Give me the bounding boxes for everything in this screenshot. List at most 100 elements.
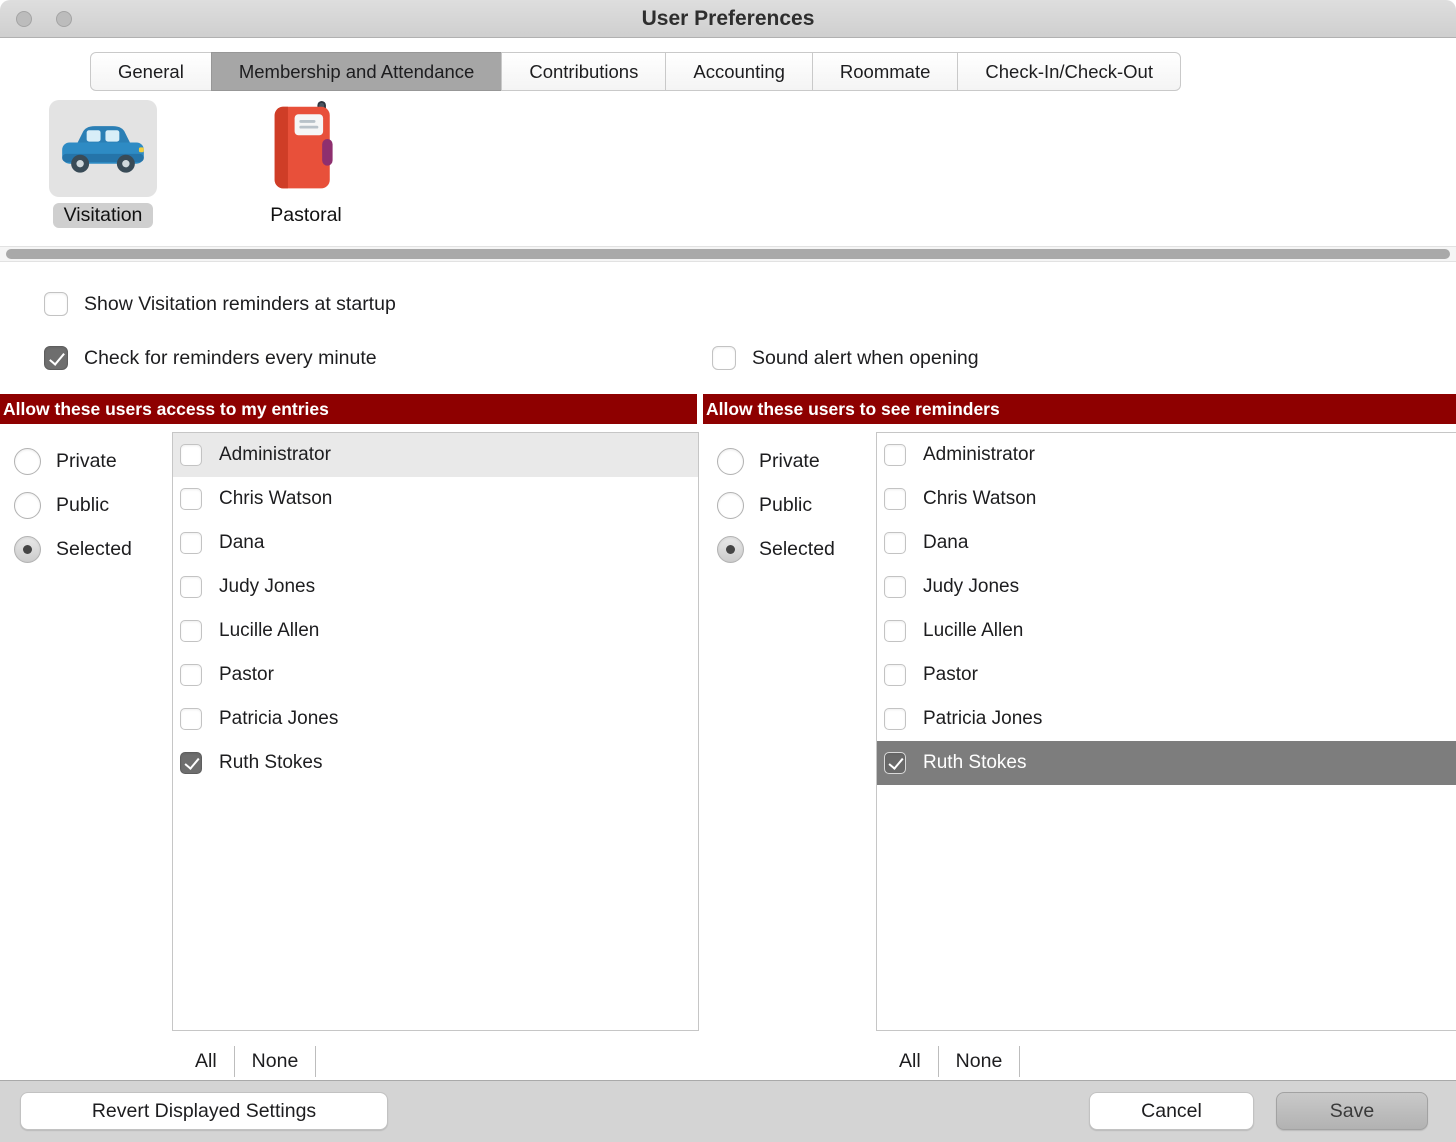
- horizontal-scrollbar[interactable]: [0, 246, 1456, 262]
- radio-label: Private: [56, 450, 117, 473]
- user-checkbox[interactable]: [884, 752, 906, 774]
- radio-label: Public: [759, 494, 812, 517]
- user-checkbox[interactable]: [884, 664, 906, 686]
- user-name: Ruth Stokes: [923, 752, 1027, 774]
- user-checkbox[interactable]: [884, 620, 906, 642]
- user-name: Pastor: [923, 664, 978, 686]
- scrollbar-thumb[interactable]: [6, 249, 1450, 259]
- user-checkbox[interactable]: [180, 576, 202, 598]
- reminders-section-header: Allow these users to see reminders: [703, 394, 1456, 424]
- user-row-lucille-allen[interactable]: Lucille Allen: [877, 609, 1456, 653]
- user-checkbox[interactable]: [180, 708, 202, 730]
- user-row-administrator[interactable]: Administrator: [877, 433, 1456, 477]
- access-radio-selected[interactable]: [14, 536, 41, 563]
- check-every-minute-label: Check for reminders every minute: [84, 347, 377, 370]
- user-row-dana[interactable]: Dana: [877, 521, 1456, 565]
- tab-bar: GeneralMembership and AttendanceContribu…: [90, 52, 1181, 91]
- reminders-radio-private[interactable]: [717, 448, 744, 475]
- cancel-button[interactable]: Cancel: [1089, 1092, 1254, 1130]
- pastoral-tile[interactable]: [252, 100, 360, 197]
- access-radio-row-public: Public: [14, 492, 132, 519]
- user-name: Patricia Jones: [219, 708, 338, 730]
- user-checkbox[interactable]: [884, 488, 906, 510]
- radio-label: Selected: [56, 538, 132, 561]
- user-row-chris-watson[interactable]: Chris Watson: [877, 477, 1456, 521]
- user-row-administrator[interactable]: Administrator: [173, 433, 698, 477]
- visitation-tile[interactable]: [49, 100, 157, 197]
- user-checkbox[interactable]: [884, 708, 906, 730]
- radio-label: Public: [56, 494, 109, 517]
- user-checkbox[interactable]: [180, 664, 202, 686]
- user-checkbox[interactable]: [180, 532, 202, 554]
- reminders-radio-public[interactable]: [717, 492, 744, 519]
- user-name: Lucille Allen: [219, 620, 319, 642]
- save-button[interactable]: Save: [1276, 1092, 1428, 1130]
- user-checkbox[interactable]: [180, 444, 202, 466]
- radio-label: Selected: [759, 538, 835, 561]
- sound-alert-option: Sound alert when opening: [712, 346, 979, 370]
- tab-membership-and-attendance[interactable]: Membership and Attendance: [211, 52, 503, 91]
- reminders-radio-row-selected: Selected: [717, 536, 835, 563]
- user-preferences-window: User Preferences GeneralMembership and A…: [0, 0, 1456, 1142]
- access-visibility-radios: Private Public Selected: [14, 432, 132, 563]
- user-checkbox[interactable]: [884, 532, 906, 554]
- reminders-radio-row-public: Public: [717, 492, 835, 519]
- sound-alert-label: Sound alert when opening: [752, 347, 979, 370]
- access-list-buttons: All None: [178, 1046, 316, 1077]
- window-controls: [16, 11, 72, 27]
- tab-roommate[interactable]: Roommate: [812, 52, 958, 91]
- user-checkbox[interactable]: [180, 620, 202, 642]
- user-row-patricia-jones[interactable]: Patricia Jones: [173, 697, 698, 741]
- minimize-button[interactable]: [56, 11, 72, 27]
- reminders-user-list[interactable]: Administrator Chris WatsonDana Judy Jones L…: [876, 432, 1456, 1031]
- reminders-all-button[interactable]: All: [882, 1046, 939, 1077]
- user-row-ruth-stokes[interactable]: Ruth Stokes: [173, 741, 698, 785]
- revert-settings-button[interactable]: Revert Displayed Settings: [20, 1092, 388, 1130]
- user-checkbox[interactable]: [884, 444, 906, 466]
- tab-general[interactable]: General: [90, 52, 212, 91]
- sound-alert-checkbox[interactable]: [712, 346, 736, 370]
- subsection-pastoral[interactable]: Pastoral: [240, 100, 372, 228]
- check-every-minute-option: Check for reminders every minute: [44, 346, 377, 370]
- access-none-button[interactable]: None: [235, 1046, 317, 1077]
- user-checkbox[interactable]: [180, 488, 202, 510]
- access-radio-public[interactable]: [14, 492, 41, 519]
- user-row-pastor[interactable]: Pastor: [173, 653, 698, 697]
- user-row-ruth-stokes[interactable]: Ruth Stokes: [877, 741, 1456, 785]
- reminders-list-buttons: All None: [882, 1046, 1020, 1077]
- access-all-button[interactable]: All: [178, 1046, 235, 1077]
- access-radio-private[interactable]: [14, 448, 41, 475]
- user-checkbox[interactable]: [884, 576, 906, 598]
- access-user-list[interactable]: Administrator Chris Watson DanaJudy Jones L…: [172, 432, 699, 1031]
- show-reminders-checkbox[interactable]: [44, 292, 68, 316]
- user-checkbox[interactable]: [180, 752, 202, 774]
- footer-bar: Revert Displayed Settings Cancel Save: [0, 1080, 1456, 1142]
- close-button[interactable]: [16, 11, 32, 27]
- tab-check-in-check-out[interactable]: Check-In/Check-Out: [957, 52, 1181, 91]
- user-name: Administrator: [923, 444, 1035, 466]
- user-row-dana[interactable]: Dana: [173, 521, 698, 565]
- window-title: User Preferences: [0, 0, 1456, 38]
- user-name: Judy Jones: [923, 576, 1019, 598]
- user-row-judy-jones[interactable]: Judy Jones: [173, 565, 698, 609]
- access-section-header: Allow these users access to my entries: [0, 394, 697, 424]
- subsection-visitation[interactable]: Visitation: [37, 100, 169, 228]
- reminders-radio-row-private: Private: [717, 448, 835, 475]
- reminders-radio-selected[interactable]: [717, 536, 744, 563]
- access-radio-row-private: Private: [14, 448, 132, 475]
- check-every-minute-checkbox[interactable]: [44, 346, 68, 370]
- user-row-lucille-allen[interactable]: Lucille Allen: [173, 609, 698, 653]
- access-radio-row-selected: Selected: [14, 536, 132, 563]
- tab-accounting[interactable]: Accounting: [665, 52, 813, 91]
- user-name: Pastor: [219, 664, 274, 686]
- user-row-chris-watson[interactable]: Chris Watson: [173, 477, 698, 521]
- user-name: Chris Watson: [219, 488, 332, 510]
- pastoral-label: Pastoral: [259, 203, 353, 228]
- tab-contributions[interactable]: Contributions: [501, 52, 666, 91]
- show-reminders-label: Show Visitation reminders at startup: [84, 293, 396, 316]
- notebook-icon: [263, 101, 349, 196]
- reminders-none-button[interactable]: None: [939, 1046, 1021, 1077]
- user-row-judy-jones[interactable]: Judy Jones: [877, 565, 1456, 609]
- user-row-pastor[interactable]: Pastor: [877, 653, 1456, 697]
- user-row-patricia-jones[interactable]: Patricia Jones: [877, 697, 1456, 741]
